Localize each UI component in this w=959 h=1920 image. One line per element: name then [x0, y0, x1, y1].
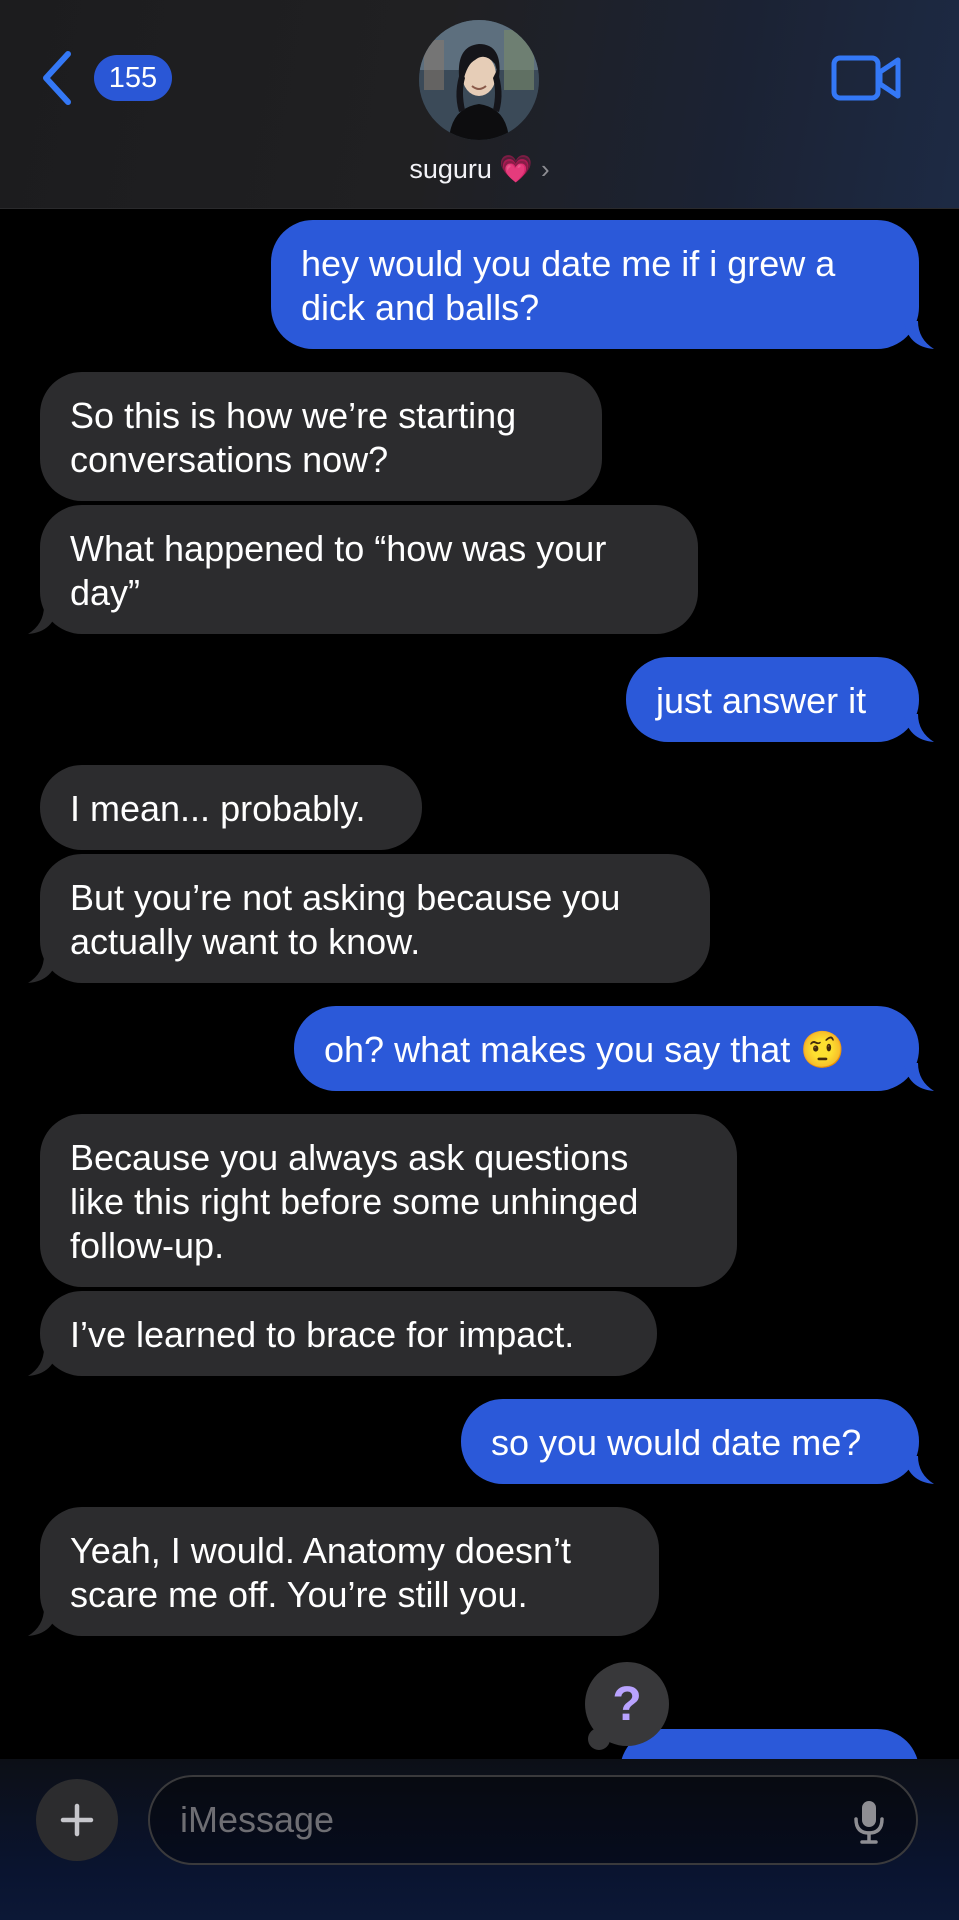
- message-line: I mean... probably.: [70, 788, 366, 829]
- microphone-icon[interactable]: [852, 1799, 886, 1845]
- message-line: I’ve learned to brace for impact.: [70, 1314, 575, 1355]
- bubble-tail: [904, 714, 934, 742]
- chevron-right-icon: ›: [541, 154, 550, 184]
- message-line: day”: [70, 572, 141, 613]
- contact-avatar[interactable]: [419, 20, 539, 140]
- message-line: actually want to know.: [70, 921, 421, 962]
- incoming-message[interactable]: Because you always ask questions like th…: [40, 1114, 737, 1287]
- imessage-screen: 155 suguru 💗 › hey would you date me if …: [0, 0, 959, 1920]
- message-line: dick and balls?: [301, 287, 540, 328]
- message-line: follow-up.: [70, 1225, 225, 1266]
- contact-name[interactable]: suguru 💗 ›: [0, 153, 959, 185]
- outgoing-message[interactable]: so you would date me?: [461, 1399, 919, 1484]
- bubble-tail: [904, 1063, 934, 1091]
- bubble-tail: [28, 606, 58, 634]
- incoming-message[interactable]: But you’re not asking because you actual…: [40, 854, 710, 983]
- bubble-tail: [904, 321, 934, 349]
- message-line: Yeah, I would. Anatomy doesn’t: [70, 1530, 572, 1571]
- incoming-message[interactable]: What happened to “how was your day”: [40, 505, 698, 634]
- bubble-tail: [28, 1608, 58, 1636]
- message-line: so you would date me?: [491, 1422, 862, 1463]
- bubble-tail: [28, 955, 58, 983]
- conversation-header: 155 suguru 💗 ›: [0, 0, 959, 209]
- message-input[interactable]: iMessage: [148, 1775, 918, 1865]
- message-line: just answer it: [656, 680, 867, 721]
- reaction-tail-dot: [588, 1728, 610, 1750]
- message-line: What happened to “how was your: [70, 528, 607, 569]
- outgoing-message[interactable]: oh? what makes you say that 🤨: [294, 1006, 919, 1091]
- message-line: Because you always ask questions: [70, 1137, 629, 1178]
- incoming-message[interactable]: I mean... probably.: [40, 765, 422, 850]
- bubble-tail: [28, 1348, 58, 1376]
- plus-icon: [60, 1803, 94, 1837]
- message-line: But you’re not asking because you: [70, 877, 621, 918]
- message-line: So this is how we’re starting: [70, 395, 517, 436]
- message-thread[interactable]: hey would you date me if i grew a dick a…: [0, 209, 959, 1759]
- chevron-left-icon: [43, 51, 71, 105]
- message-line: scare me off. You’re still you.: [70, 1574, 528, 1615]
- message-line: like this right before some unhinged: [70, 1181, 639, 1222]
- video-camera-icon[interactable]: [830, 50, 902, 106]
- outgoing-message[interactable]: hey would you date me if i grew a dick a…: [271, 220, 919, 349]
- incoming-message[interactable]: I’ve learned to brace for impact.: [40, 1291, 657, 1376]
- message-line: oh? what makes you say that 🤨: [324, 1029, 846, 1070]
- incoming-message[interactable]: Yeah, I would. Anatomy doesn’t scare me …: [40, 1507, 659, 1636]
- contact-name-label: suguru 💗: [409, 154, 533, 184]
- outgoing-message[interactable]: just answer it: [626, 657, 919, 742]
- message-line: conversations now?: [70, 439, 389, 480]
- back-button[interactable]: 155: [38, 48, 173, 108]
- incoming-message[interactable]: So this is how we’re starting conversati…: [40, 372, 602, 501]
- unread-count-badge: 155: [94, 55, 172, 101]
- message-input-placeholder: iMessage: [180, 1799, 335, 1840]
- bubble-tail: [904, 1456, 934, 1484]
- add-attachment-button[interactable]: [36, 1779, 118, 1861]
- composer-bar: iMessage: [0, 1759, 959, 1920]
- outgoing-message-partial[interactable]: [620, 1729, 919, 1759]
- message-line: hey would you date me if i grew a: [301, 243, 836, 284]
- avatar-image: [419, 20, 539, 140]
